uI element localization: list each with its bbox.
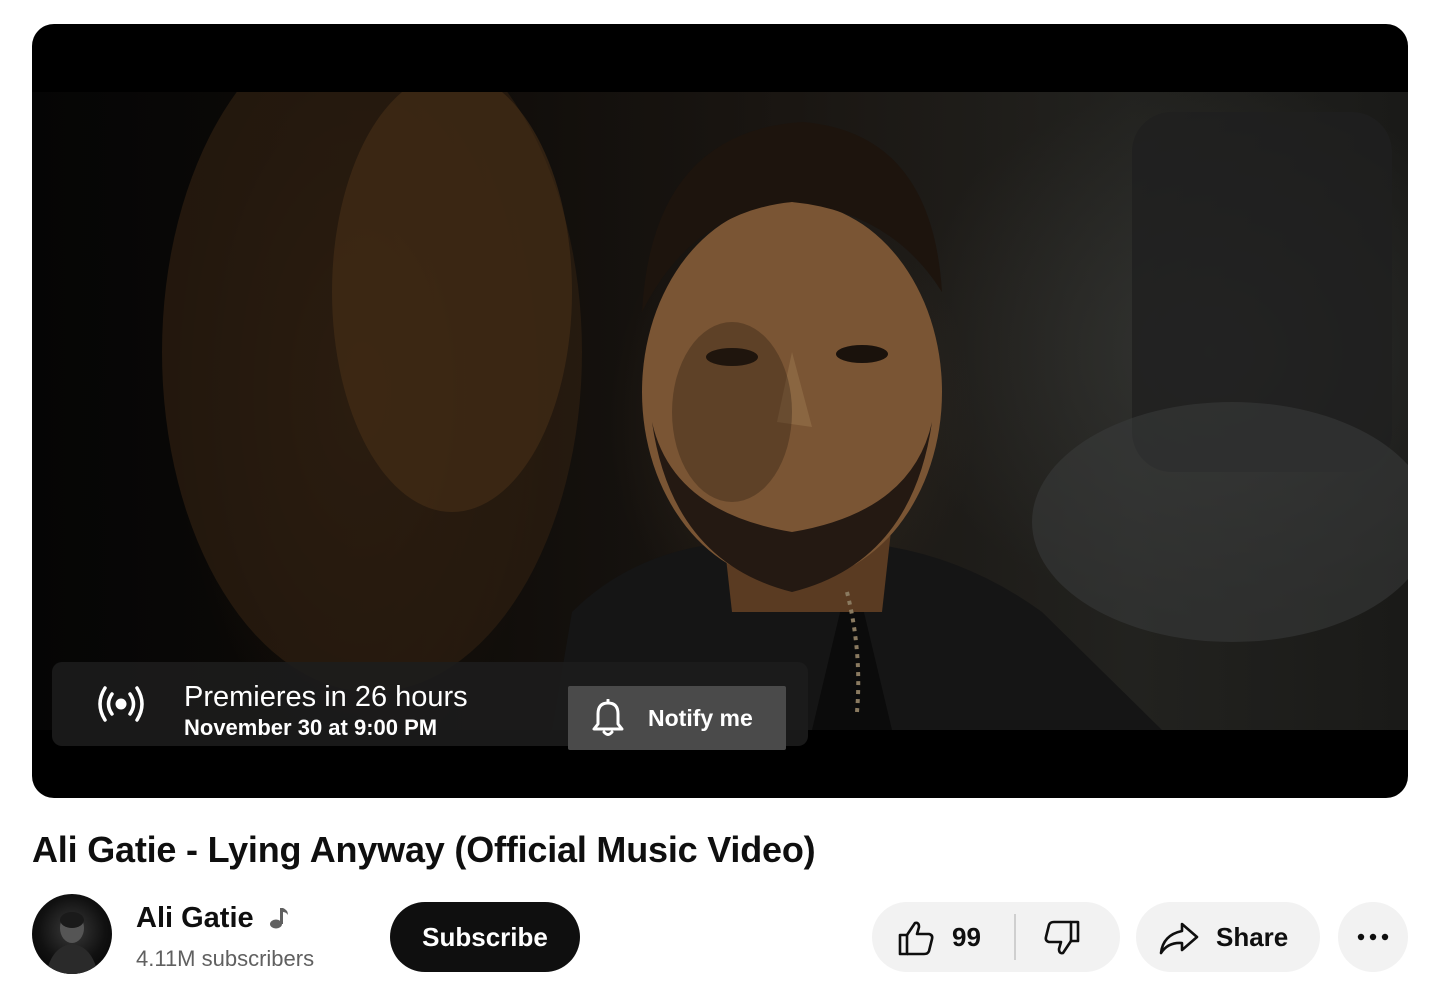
more-actions-button[interactable] <box>1338 902 1408 972</box>
more-horizontal-icon <box>1355 925 1391 949</box>
thumbs-up-icon <box>896 918 936 958</box>
like-button[interactable]: 99 <box>872 902 1014 972</box>
music-note-icon <box>268 906 290 930</box>
channel-avatar[interactable] <box>32 894 112 974</box>
thumbs-down-icon <box>1042 918 1082 958</box>
bell-icon <box>590 698 626 737</box>
premiere-countdown: Premieres in 26 hours <box>184 681 468 713</box>
premiere-date: November 30 at 9:00 PM <box>184 715 438 740</box>
video-title: Ali Gatie - Lying Anyway (Official Music… <box>32 829 816 870</box>
share-button[interactable]: Share <box>1136 902 1320 972</box>
subscribe-button[interactable]: Subscribe <box>390 902 580 972</box>
share-label: Share <box>1216 922 1289 952</box>
share-arrow-icon <box>1158 918 1200 958</box>
live-broadcast-icon <box>96 684 146 724</box>
premiere-banner: Premieres in 26 hours November 30 at 9:0… <box>52 662 808 750</box>
channel-name[interactable]: Ali Gatie <box>136 900 254 936</box>
notify-me-button[interactable]: Notify me <box>568 686 786 750</box>
video-player[interactable]: Premieres in 26 hours November 30 at 9:0… <box>32 24 1408 798</box>
notify-me-label: Notify me <box>648 705 753 731</box>
like-count: 99 <box>952 922 981 952</box>
dislike-button[interactable] <box>1016 902 1120 972</box>
video-thumbnail[interactable] <box>32 92 1408 730</box>
subscriber-count: 4.11M subscribers <box>136 946 315 971</box>
premiere-info: Premieres in 26 hours November 30 at 9:0… <box>184 680 468 742</box>
like-dislike-group: 99 <box>872 902 1120 972</box>
thumbnail-art <box>162 92 1408 730</box>
